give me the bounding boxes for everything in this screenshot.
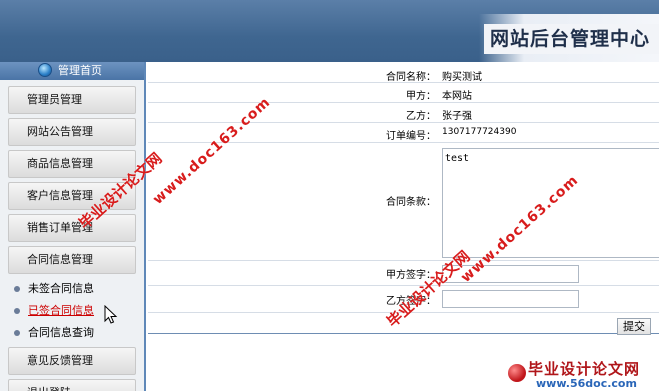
row-party-b: 乙方： 张子强 — [148, 103, 659, 123]
order-no-value: 1307177724390 — [442, 127, 517, 137]
sidebar-item-feedback[interactable]: 意见反馈管理 — [8, 347, 136, 375]
party-a-value: 本网站 — [442, 91, 472, 102]
logo-ball-icon — [508, 364, 526, 382]
sidebar-home-label: 管理首页 — [58, 64, 102, 77]
bullet-icon — [14, 286, 20, 292]
site-logo: 毕业设计论文网 www.56doc.com — [506, 358, 659, 391]
party-b-label: 乙方： — [406, 111, 436, 122]
contract-name-label: 合同名称： — [386, 72, 436, 83]
logo-text: 毕业设计论文网 — [528, 360, 641, 378]
submenu-link-signed[interactable]: 已签合同信息 — [28, 304, 94, 317]
bullet-icon — [14, 308, 20, 314]
row-party-a-sign: 甲方签字： — [148, 261, 659, 286]
sidebar-item-contracts[interactable]: 合同信息管理 — [8, 246, 136, 274]
order-no-label: 订单编号： — [386, 131, 436, 142]
page-title: 网站后台管理中心 — [484, 24, 659, 54]
form-container: 合同名称： 购买测试 甲方： 本网站 乙方： 张子强 订单编号： 1307177… — [148, 66, 659, 335]
app-window: 网站后台管理中心 管理首页 管理员管理 网站公告管理 商品信息管理 客户信息管理… — [0, 0, 659, 391]
submenu-item-unsigned[interactable]: 未签合同信息 — [0, 278, 144, 300]
contracts-submenu: 未签合同信息 已签合同信息 合同信息查询 — [0, 278, 144, 344]
party-a-label: 甲方： — [406, 91, 436, 102]
logo-url: www.56doc.com — [536, 377, 637, 390]
submenu-item-signed[interactable]: 已签合同信息 — [0, 300, 144, 322]
submit-button[interactable]: 提交 — [617, 318, 651, 335]
contract-detail-panel: 合同名称： 购买测试 甲方： 本网站 乙方： 张子强 订单编号： 1307177… — [148, 62, 659, 391]
party-b-sign-input[interactable] — [442, 290, 579, 308]
header-banner: 网站后台管理中心 — [0, 0, 659, 62]
sidebar-home-link[interactable]: 管理首页 — [0, 62, 144, 80]
sidebar-item-logout[interactable]: 退出登陆 — [8, 379, 136, 391]
submenu-link-unsigned[interactable]: 未签合同信息 — [28, 282, 94, 295]
sidebar-item-sales-orders[interactable]: 销售订单管理 — [8, 214, 136, 242]
globe-icon — [38, 63, 52, 77]
party-b-value: 张子强 — [442, 111, 472, 122]
bullet-icon — [14, 330, 20, 336]
row-party-a: 甲方： 本网站 — [148, 83, 659, 103]
sidebar-item-products[interactable]: 商品信息管理 — [8, 150, 136, 178]
row-contract-name: 合同名称： 购买测试 — [148, 66, 659, 83]
terms-label: 合同条款： — [386, 197, 436, 208]
submenu-link-query[interactable]: 合同信息查询 — [28, 326, 94, 339]
mouse-cursor-icon — [104, 305, 118, 324]
sidebar: 管理首页 管理员管理 网站公告管理 商品信息管理 客户信息管理 销售订单管理 合… — [0, 62, 146, 391]
sidebar-item-announcements[interactable]: 网站公告管理 — [8, 118, 136, 146]
sidebar-item-admin[interactable]: 管理员管理 — [8, 86, 136, 114]
contract-name-value: 购买测试 — [442, 72, 482, 83]
submenu-item-query[interactable]: 合同信息查询 — [0, 322, 144, 344]
